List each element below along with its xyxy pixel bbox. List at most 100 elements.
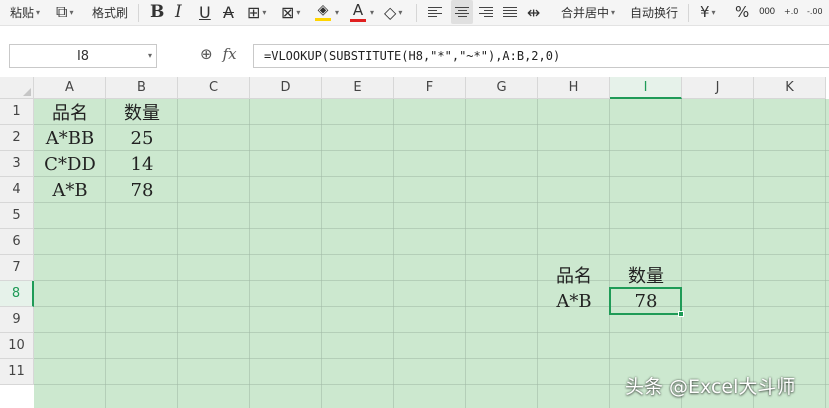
font-color-icon: A xyxy=(352,0,364,19)
format-painter-button[interactable]: 格式刷 xyxy=(92,0,128,24)
row-header-9[interactable]: 9 xyxy=(0,307,34,333)
chevron-down-icon: ▾ xyxy=(611,7,616,17)
align-right-button[interactable] xyxy=(479,0,493,24)
strikethrough-label: A xyxy=(223,2,234,22)
eraser-icon: ◇ xyxy=(384,2,397,22)
wrap-text-button[interactable]: 自动换行 xyxy=(630,0,678,24)
column-header-b[interactable]: B xyxy=(106,77,178,99)
cell-H7[interactable]: 品名 xyxy=(538,262,610,288)
align-center-icon xyxy=(455,7,469,17)
cell-style-button[interactable]: ⊠ ▾ xyxy=(281,0,300,24)
row-header-2[interactable]: 2 xyxy=(0,125,34,151)
ribbon-toolbar: 粘贴▾ ⧉▾ 格式刷 B I U A ⊞▾ ⊠▾ ◈ ▾ A ▾ ◇▾ xyxy=(0,0,829,26)
cell-A2[interactable]: A*BB xyxy=(34,125,106,151)
column-header-k[interactable]: K xyxy=(754,77,826,99)
fill-handle[interactable] xyxy=(678,311,684,317)
paint-bucket-icon: ◈ xyxy=(317,2,329,18)
row-header-1[interactable]: 1 xyxy=(0,99,34,125)
column-header-g[interactable]: G xyxy=(466,77,538,99)
select-all-corner[interactable] xyxy=(0,77,34,99)
row-header-7[interactable]: 7 xyxy=(0,255,34,281)
italic-label: I xyxy=(175,2,182,22)
column-header-f[interactable]: F xyxy=(394,77,466,99)
divider xyxy=(138,4,139,22)
clear-button[interactable]: ◇ ▾ xyxy=(384,0,402,24)
chevron-down-icon: ▾ xyxy=(262,7,267,17)
chevron-down-icon: ▾ xyxy=(36,7,41,17)
row-header-10[interactable]: 10 xyxy=(0,333,34,359)
font-color-button[interactable]: A xyxy=(350,0,366,24)
row-header-4[interactable]: 4 xyxy=(0,177,34,203)
distributed-align-button[interactable]: ⇹ xyxy=(527,0,540,24)
paste-label: 粘贴 xyxy=(10,5,35,20)
row-header-6[interactable]: 6 xyxy=(0,229,34,255)
cell-style-icon: ⊠ xyxy=(281,2,295,22)
cell-B2[interactable]: 25 xyxy=(106,125,178,151)
bold-button[interactable]: B xyxy=(150,0,164,24)
currency-label: ¥ xyxy=(700,3,710,21)
column-header-h[interactable]: H xyxy=(538,77,610,99)
cell-I7[interactable]: 数量 xyxy=(610,262,682,288)
cell-A1[interactable]: 品名 xyxy=(34,99,106,125)
strikethrough-button[interactable]: A xyxy=(223,0,234,24)
merge-center-button[interactable]: 合并居中 ▾ xyxy=(561,0,615,24)
merge-center-label: 合并居中 xyxy=(561,5,610,20)
copy-icon: ⧉ xyxy=(56,2,68,21)
format-painter-label: 格式刷 xyxy=(92,5,129,20)
justify-button[interactable] xyxy=(503,0,517,24)
decrease-decimal-button[interactable]: -.00 xyxy=(807,0,823,24)
chevron-down-icon: ▾ xyxy=(296,7,301,17)
cell-A3[interactable]: C*DD xyxy=(34,151,106,177)
row-header-3[interactable]: 3 xyxy=(0,151,34,177)
row-header-11[interactable]: 11 xyxy=(0,359,34,385)
underline-label: U xyxy=(199,2,211,22)
borders-icon: ⊞ xyxy=(247,2,261,22)
row-header-5[interactable]: 5 xyxy=(0,203,34,229)
chevron-down-icon[interactable]: ▾ xyxy=(148,51,152,60)
chevron-down-icon[interactable]: ▾ xyxy=(370,0,374,24)
align-right-icon xyxy=(479,7,493,17)
formula-input[interactable]: =VLOOKUP(SUBSTITUTE(H8,"*","~*"),A:B,2,0… xyxy=(253,44,829,68)
copy-button[interactable]: ⧉ ▾ xyxy=(56,0,73,24)
column-header-i[interactable]: I xyxy=(610,77,682,99)
fill-color-swatch xyxy=(315,18,331,21)
currency-button[interactable]: ¥ ▾ xyxy=(700,0,716,24)
cell-B4[interactable]: 78 xyxy=(106,177,178,203)
name-box[interactable]: I8 ▾ xyxy=(9,44,157,68)
column-header-e[interactable]: E xyxy=(322,77,394,99)
bold-label: B xyxy=(150,2,165,22)
italic-button[interactable]: I xyxy=(175,0,182,24)
increase-decimal-button[interactable]: +.0 xyxy=(784,0,798,24)
chevron-down-icon: ▾ xyxy=(398,7,403,17)
column-header-a[interactable]: A xyxy=(34,77,106,99)
align-center-button[interactable] xyxy=(451,0,473,24)
underline-button[interactable]: U xyxy=(199,0,211,24)
divider xyxy=(416,4,417,22)
row-header-8[interactable]: 8 xyxy=(0,281,34,307)
column-header-c[interactable]: C xyxy=(178,77,250,99)
cell-B1[interactable]: 数量 xyxy=(106,99,178,125)
align-left-button[interactable] xyxy=(428,0,442,24)
chevron-down-icon: ▾ xyxy=(69,7,74,17)
watermark: 头条 @Excel大斗师 xyxy=(625,376,796,398)
cell-H8[interactable]: A*B xyxy=(538,288,610,314)
paste-button[interactable]: 粘贴 ▾ xyxy=(10,0,40,24)
fill-color-button[interactable]: ◈ xyxy=(315,0,331,24)
fx-icon[interactable]: fx xyxy=(223,45,237,63)
zoom-icon[interactable]: ⊕ xyxy=(200,45,213,63)
column-header-d[interactable]: D xyxy=(250,77,322,99)
font-color-swatch xyxy=(350,18,366,22)
borders-button[interactable]: ⊞ ▾ xyxy=(247,0,266,24)
chevron-down-icon: ▾ xyxy=(711,7,716,17)
chevron-down-icon[interactable]: ▾ xyxy=(335,0,339,24)
justify-icon xyxy=(503,7,517,17)
formula-bar: I8 ▾ ⊕ fx =VLOOKUP(SUBSTITUTE(H8,"*","~*… xyxy=(0,38,829,71)
thousands-label: 000 xyxy=(759,7,775,17)
cell-A4[interactable]: A*B xyxy=(34,177,106,203)
percent-button[interactable]: % xyxy=(735,0,749,24)
increase-decimal-label: +.0 xyxy=(784,7,799,16)
thousands-separator-button[interactable]: 000 xyxy=(759,0,775,24)
column-header-j[interactable]: J xyxy=(682,77,754,99)
cell-B3[interactable]: 14 xyxy=(106,151,178,177)
active-cell-selection xyxy=(609,287,682,315)
